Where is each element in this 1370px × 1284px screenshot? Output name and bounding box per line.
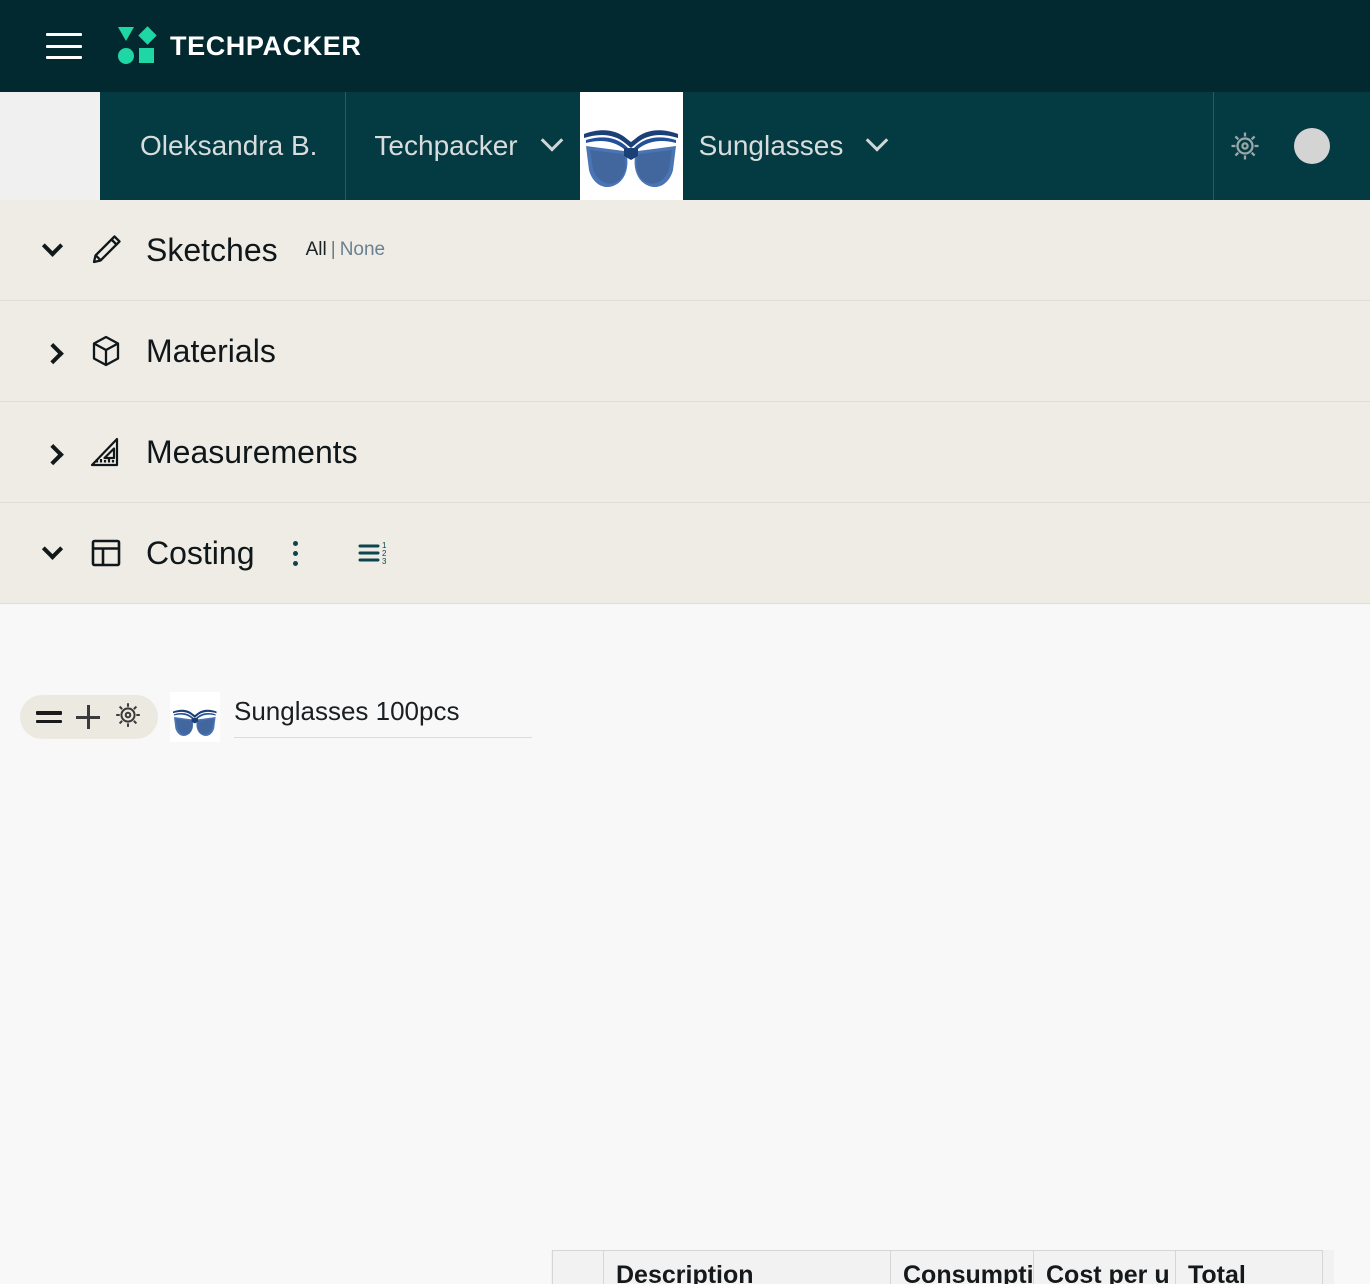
section-row-costing[interactable]: Costing 1 2 3 (0, 503, 1370, 604)
plus-icon[interactable] (76, 705, 100, 729)
costing-content: Sunglasses 100pcs Description A Consumpt… (0, 604, 1370, 1284)
breadcrumb-user-label: Oleksandra B. (140, 130, 318, 161)
logo-square-shape (139, 48, 154, 63)
column-header-label: Consumpti (903, 1261, 1034, 1284)
costing-item-thumbnail[interactable] (170, 692, 220, 742)
kebab-dot (293, 540, 298, 546)
column-header-label: Total (1188, 1261, 1246, 1284)
sketches-filter: All | None (306, 239, 385, 261)
column-header-label: Cost per u (1046, 1261, 1170, 1284)
section-label: Measurements (146, 433, 358, 470)
section-label: Costing (146, 534, 255, 571)
chevron-down-icon[interactable] (30, 235, 74, 258)
drag-handle-icon[interactable] (36, 711, 62, 723)
breadcrumb-product[interactable]: Sunglasses (683, 92, 906, 200)
table-header-row: Description A Consumpti B Cost per u C T… (552, 1250, 1323, 1284)
logo-circle-shape (118, 48, 134, 64)
section-list: Sketches All | None Materials Measuremen… (0, 200, 1370, 604)
product-thumbnail[interactable] (579, 92, 683, 200)
kebab-menu-icon[interactable] (283, 536, 309, 570)
chevron-right-icon[interactable] (30, 443, 74, 465)
costing-table-wrapper: Description A Consumpti B Cost per u C T… (551, 1250, 1334, 1284)
column-header-description[interactable]: Description A (603, 1250, 891, 1284)
settings-button[interactable] (1214, 130, 1276, 162)
column-header-total[interactable]: Total D (1175, 1250, 1323, 1284)
drag-bar (36, 711, 62, 715)
breadcrumb-product-label: Sunglasses (698, 130, 844, 161)
costing-item-title[interactable]: Sunglasses 100pcs (234, 696, 532, 738)
chevron-right-icon[interactable] (30, 342, 74, 364)
gear-icon (1231, 132, 1259, 160)
filter-none-link[interactable]: None (340, 239, 385, 260)
techpacker-logo-icon[interactable] (118, 26, 157, 65)
table-corner-cell[interactable] (552, 1250, 604, 1284)
column-header-label: Description (616, 1261, 754, 1284)
costing-item-toolbar (20, 695, 158, 739)
filter-separator: | (330, 239, 336, 260)
breadcrumb-organization-label: Techpacker (374, 130, 518, 161)
breadcrumb-bar: Oleksandra B. Techpacker Sunglasses (0, 92, 1370, 200)
chevron-down-icon[interactable] (540, 129, 563, 152)
section-label: Materials (146, 332, 276, 369)
section-row-sketches[interactable]: Sketches All | None (0, 200, 1370, 301)
brand-title: TECHPACKER (170, 30, 362, 61)
sunglasses-icon (579, 92, 683, 200)
pencil-icon (74, 230, 138, 270)
hamburger-bar (46, 33, 82, 36)
section-row-materials[interactable]: Materials (0, 301, 1370, 402)
kebab-dot (293, 550, 298, 556)
sunglasses-icon (171, 692, 219, 742)
kebab-dot (293, 560, 298, 566)
gear-icon[interactable] (114, 701, 142, 734)
drag-bar (36, 719, 62, 723)
section-row-measurements[interactable]: Measurements (0, 402, 1370, 503)
hamburger-menu-icon[interactable] (46, 33, 82, 59)
svg-text:3: 3 (382, 557, 387, 566)
filter-all-link[interactable]: All (306, 239, 327, 260)
breadcrumb-user[interactable]: Oleksandra B. (100, 92, 345, 200)
column-header-consumption[interactable]: Consumpti B (890, 1250, 1034, 1284)
logo-triangle-shape (118, 27, 134, 41)
costing-table: Description A Consumpti B Cost per u C T… (552, 1250, 1323, 1284)
ordered-list-icon[interactable]: 1 2 3 (357, 538, 391, 568)
costing-item-row: Sunglasses 100pcs (20, 692, 532, 742)
breadcrumb-organization[interactable]: Techpacker (346, 92, 579, 200)
user-avatar[interactable] (1294, 128, 1330, 164)
chevron-down-icon[interactable] (866, 129, 889, 152)
column-header-cost-per-unit[interactable]: Cost per u C (1033, 1250, 1176, 1284)
hamburger-bar (46, 44, 82, 48)
breadcrumb-spacer (905, 92, 1213, 200)
section-label: Sketches (146, 231, 278, 268)
chevron-down-icon[interactable] (30, 538, 74, 561)
costing-left-pane: Sunglasses 100pcs (0, 604, 545, 1204)
hamburger-bar (46, 56, 82, 59)
table-layout-icon (74, 533, 138, 573)
ruler-icon (74, 432, 138, 472)
top-bar: TECHPACKER (0, 0, 1370, 92)
breadcrumb-left-gutter (0, 92, 100, 200)
cube-icon (74, 331, 138, 371)
logo-diamond-shape (138, 26, 157, 45)
